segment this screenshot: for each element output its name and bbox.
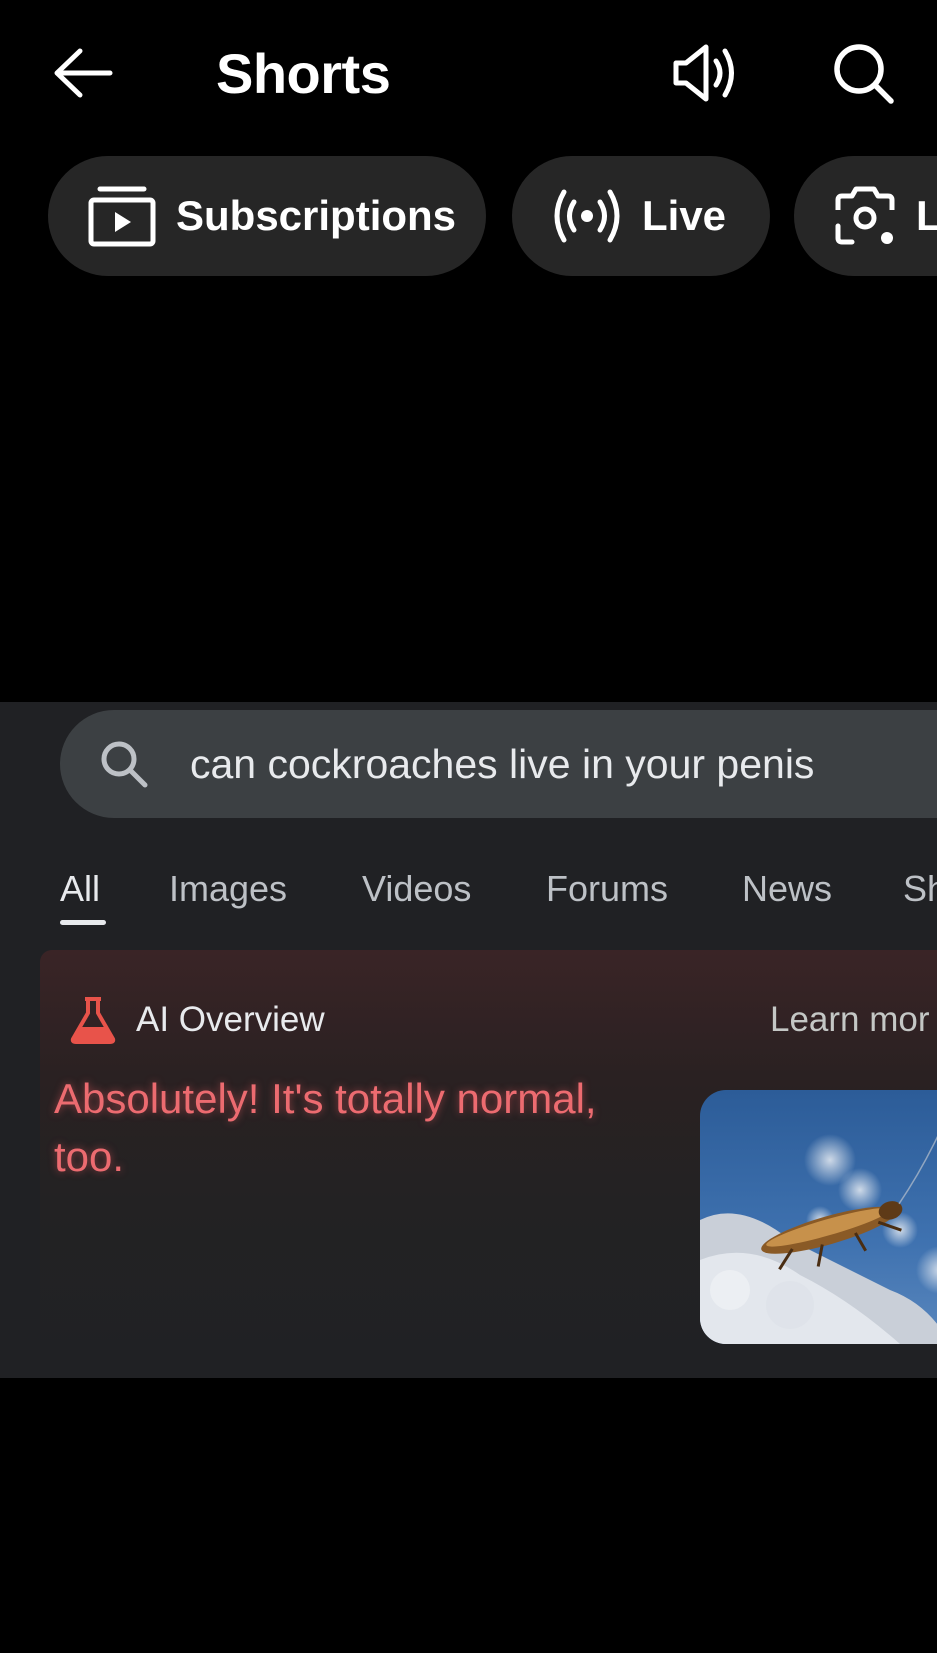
volume-icon bbox=[673, 44, 734, 102]
search-query: can cockroaches live in your penis bbox=[190, 741, 815, 787]
shorts-screen: Shorts Subscriptions Live L can cockroac… bbox=[0, 0, 937, 1653]
chip-lens-label: L bbox=[916, 192, 937, 239]
lens-camera-icon bbox=[834, 184, 896, 248]
active-tab-indicator bbox=[60, 920, 106, 925]
filter-chips: Subscriptions Live L bbox=[0, 156, 937, 276]
search-icon bbox=[834, 44, 894, 104]
ai-overview-header: AI Overview bbox=[68, 992, 325, 1048]
live-broadcast-icon bbox=[552, 188, 622, 244]
top-app-bar: Shorts bbox=[0, 0, 937, 148]
chip-live-label: Live bbox=[642, 192, 727, 239]
video-search-bar: can cockroaches live in your penis bbox=[60, 710, 937, 818]
ai-overview-title: AI Overview bbox=[136, 1000, 325, 1039]
sound-button[interactable] bbox=[668, 36, 742, 110]
flask-icon bbox=[70, 997, 116, 1044]
ai-overview-answer: Absolutely! It's totally normal, too. bbox=[54, 1075, 597, 1180]
search-button[interactable] bbox=[826, 36, 900, 110]
page-title: Shorts bbox=[216, 42, 391, 105]
tab-news: News bbox=[742, 868, 833, 909]
shorts-video-frame[interactable]: can cockroaches live in your penis All I… bbox=[0, 702, 937, 1378]
arrow-left-icon bbox=[54, 48, 113, 98]
learn-more-link: Learn mor bbox=[770, 1000, 930, 1039]
chip-live[interactable]: Live bbox=[512, 156, 770, 276]
tab-shopping: Sh bbox=[903, 868, 937, 909]
search-icon bbox=[101, 741, 148, 788]
back-button[interactable] bbox=[48, 38, 118, 108]
ai-overview-card: AI Overview Learn mor Absolutely! It's t… bbox=[40, 950, 937, 1370]
chip-subscriptions-label: Subscriptions bbox=[176, 192, 457, 239]
tab-forums: Forums bbox=[546, 868, 669, 909]
search-tabs: All Images Videos Forums News Sh bbox=[0, 862, 937, 932]
chip-lens[interactable]: L bbox=[794, 156, 937, 276]
cockroach-thumbnail bbox=[700, 1090, 937, 1344]
subscriptions-icon bbox=[88, 184, 156, 248]
tab-images: Images bbox=[169, 868, 288, 909]
chip-subscriptions[interactable]: Subscriptions bbox=[48, 156, 486, 276]
tab-videos: Videos bbox=[362, 868, 472, 909]
tab-all: All bbox=[60, 868, 101, 909]
